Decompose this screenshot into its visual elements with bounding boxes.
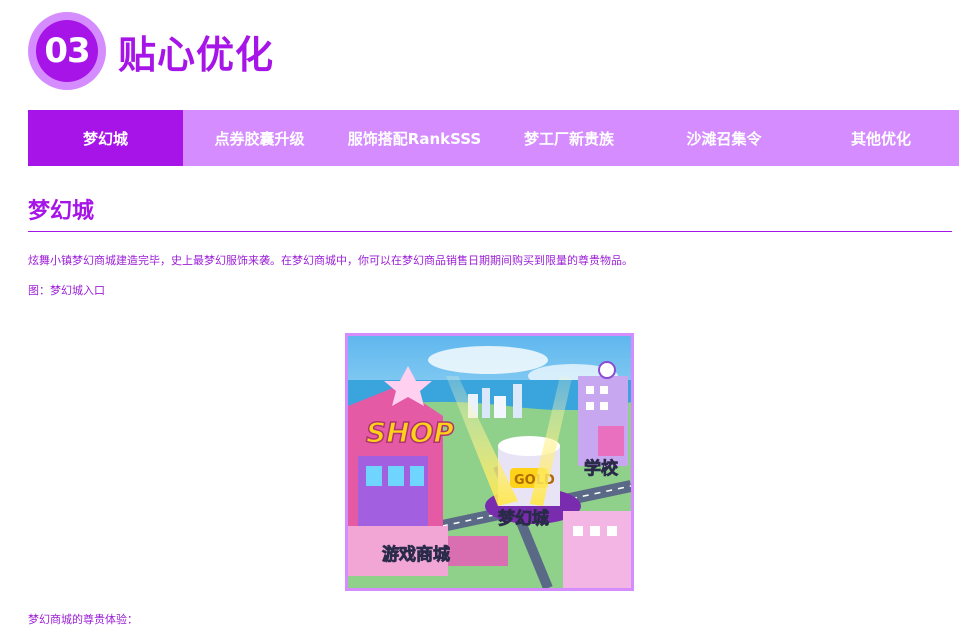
title-divider: [28, 231, 952, 232]
experience-heading: 梦幻商城的尊贵体验：: [28, 613, 138, 626]
tab-dream-city[interactable]: 梦幻城: [28, 110, 183, 166]
shop-sign: SHOP: [366, 416, 454, 449]
section-number-badge: 03: [28, 12, 106, 90]
label-game-mall: 游戏商城: [382, 544, 450, 565]
content-title: 梦幻城: [28, 199, 95, 224]
section-title: 贴心优化: [118, 32, 275, 77]
tab-voucher-capsule[interactable]: 点券胶囊升级: [183, 110, 336, 166]
intro-paragraph: 炫舞小镇梦幻商城建造完毕，史上最梦幻服饰来袭。在梦幻商城中，你可以在梦幻商品销售…: [28, 254, 633, 267]
tab-outfit-rank[interactable]: 服饰搭配RankSSS: [336, 110, 493, 166]
tab-beach-call[interactable]: 沙滩召集令: [645, 110, 803, 166]
tab-other-optimizations[interactable]: 其他优化: [803, 110, 959, 166]
tab-dream-factory[interactable]: 梦工厂新贵族: [493, 110, 645, 166]
label-school: 学校: [584, 458, 619, 479]
figure-caption: 图：梦幻城入口: [28, 284, 105, 297]
tab-bar: 梦幻城 点券胶囊升级 服饰搭配RankSSS 梦工厂新贵族 沙滩召集令 其他优化: [28, 110, 959, 166]
label-dream-city: 梦幻城: [498, 508, 549, 529]
section-number: 03: [36, 20, 98, 82]
section-header: 03 贴心优化: [28, 10, 274, 92]
dream-city-entrance-image: SHOP GOLD 学校 梦幻城 游戏商城: [345, 333, 634, 591]
